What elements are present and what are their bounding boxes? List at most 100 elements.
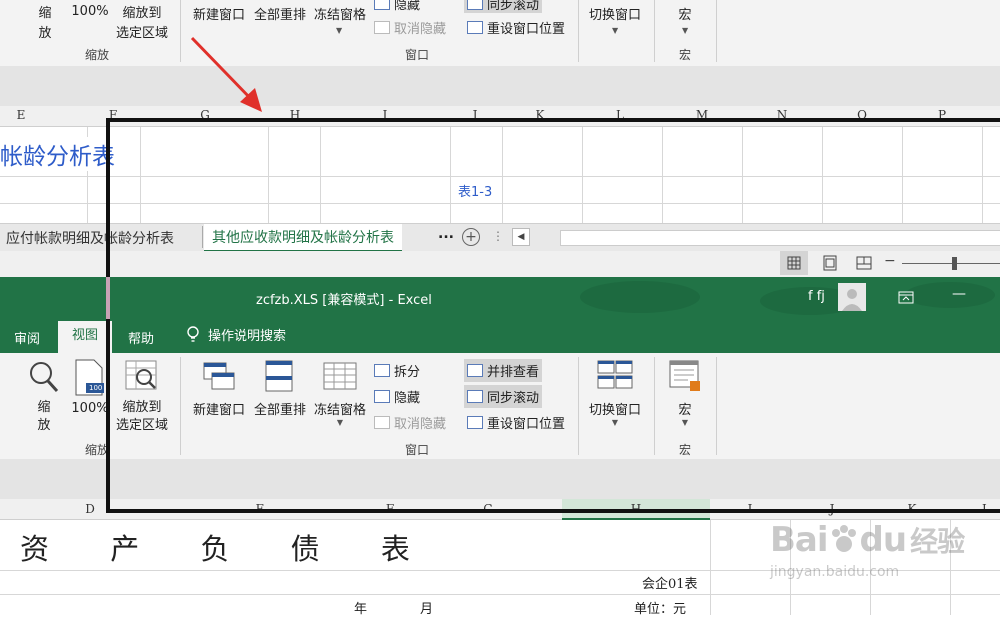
- hide-button[interactable]: 隐藏: [374, 387, 420, 406]
- compat-mode: [兼容模式]: [322, 293, 385, 308]
- top-macro-button[interactable]: 宏: [670, 4, 700, 23]
- page-break-view-button[interactable]: [850, 251, 878, 275]
- grid-line: [0, 176, 1000, 177]
- zoom-label-b: 放: [37, 418, 51, 433]
- group-macro-label: 宏: [678, 443, 691, 457]
- more-sheets-button[interactable]: ...: [438, 226, 454, 242]
- top-unhide-button[interactable]: 取消隐藏: [374, 18, 446, 37]
- zoom-sel-label-b: 选定区域: [115, 418, 168, 433]
- new-window-button[interactable]: 新建窗口: [188, 357, 250, 418]
- avatar[interactable]: [838, 283, 866, 311]
- top-reset-position-icon: [467, 21, 483, 34]
- scroll-left-button[interactable]: ◀: [512, 228, 530, 246]
- watermark-url: jingyan.baidu.com: [770, 564, 900, 580]
- freeze-dropdown-icon: ▼: [336, 418, 344, 427]
- top-sync-scroll-icon: [467, 0, 483, 10]
- grid-line: [268, 127, 269, 223]
- grid-line: [450, 127, 451, 223]
- macro-icon: [669, 360, 700, 391]
- page-layout-icon: [823, 255, 837, 271]
- annotation-rect-pink-segment: [106, 277, 110, 319]
- top-arrange-all-button[interactable]: 全部重排: [250, 4, 310, 23]
- table-number: 表1-3: [458, 185, 493, 200]
- group-separator-2: [578, 357, 579, 455]
- tab-separator: [202, 226, 203, 248]
- new-window-label: 新建窗口: [192, 403, 245, 418]
- top-freeze-panes-button[interactable]: 冻结窗格: [310, 4, 370, 23]
- column-header[interactable]: E: [0, 108, 42, 122]
- top-switch-window-button[interactable]: 切换窗口: [582, 4, 648, 23]
- status-bar: −: [0, 251, 1000, 277]
- top-hide-icon: [374, 0, 390, 10]
- zoom-slider-thumb[interactable]: [952, 257, 957, 270]
- group-zoom-label: 缩放: [84, 443, 109, 457]
- sync-scroll-button[interactable]: 同步滚动: [464, 385, 543, 408]
- unhide-button[interactable]: 取消隐藏: [374, 413, 446, 432]
- avatar-icon: [842, 289, 862, 311]
- top-group-zoom-label: 缩放: [84, 48, 109, 62]
- hide-icon: [374, 390, 390, 403]
- top-zoom-label-a: 缩: [38, 6, 52, 21]
- page-layout-view-button[interactable]: [816, 251, 844, 275]
- sheet-tab-other-receivables[interactable]: 其他应收款明细及帐龄分析表: [204, 224, 402, 252]
- side-by-side-label: 并排查看: [487, 365, 540, 380]
- top-unhide-icon: [374, 21, 390, 34]
- title-bar: zcfzb.XLS [兼容模式] - Excel f fj —: [0, 277, 1000, 319]
- view-side-by-side-button[interactable]: 并排查看: [464, 359, 543, 382]
- tab-help[interactable]: 帮助: [128, 328, 154, 347]
- switch-windows-button[interactable]: 切换窗口 ▼: [582, 357, 648, 427]
- zoom-button[interactable]: 缩 放: [24, 357, 64, 435]
- top-separator-2: [578, 0, 579, 62]
- zoom-out-button[interactable]: −: [884, 253, 896, 269]
- tab-view[interactable]: 视图: [58, 321, 112, 353]
- zoom100-icon-text: 100: [89, 384, 103, 392]
- minimize-button[interactable]: —: [952, 286, 966, 302]
- reset-window-position-button[interactable]: 重设窗口位置: [467, 413, 565, 432]
- top-zoom-sel-b: 选定区域: [115, 26, 168, 41]
- top-sync-scroll-button[interactable]: 同步滚动: [464, 0, 543, 13]
- group-window-label: 窗口: [404, 443, 429, 457]
- month-label: 月: [420, 602, 434, 617]
- split-button[interactable]: 拆分: [374, 361, 420, 380]
- sync-scroll-icon: [467, 390, 483, 403]
- top-freeze-dropdown-icon: ▼: [336, 26, 343, 35]
- group-separator-3: [654, 357, 655, 455]
- horizontal-scrollbar[interactable]: [560, 230, 1000, 246]
- freeze-panes-button[interactable]: 冻结窗格 ▼: [310, 357, 370, 427]
- tell-me-search[interactable]: 操作说明搜索: [186, 325, 286, 344]
- tab-review[interactable]: 审阅: [14, 328, 40, 347]
- grid-line: [140, 127, 141, 223]
- top-grid[interactable]: 帐龄分析表 表1-3: [0, 127, 1000, 223]
- top-new-window-button[interactable]: 新建窗口: [188, 4, 250, 23]
- annotation-rect-bottom: [106, 509, 1000, 513]
- switch-dropdown-icon: ▼: [611, 418, 619, 427]
- grid-line: [822, 127, 823, 223]
- normal-view-button[interactable]: [780, 251, 808, 275]
- freeze-panes-label: 冻结窗格: [313, 403, 366, 418]
- add-sheet-button[interactable]: +: [462, 228, 480, 246]
- normal-view-icon: [787, 256, 801, 270]
- top-column-header-row: E F G H I J K L M N O P: [0, 106, 1000, 127]
- ribbon-display-options-button[interactable]: [896, 289, 916, 307]
- user-name[interactable]: f fj: [808, 289, 825, 304]
- macros-button[interactable]: 宏 ▼: [662, 357, 708, 427]
- zoom-to-selection-button[interactable]: 缩放到 选定区域: [110, 357, 174, 435]
- window-title: zcfzb.XLS [兼容模式] - Excel: [256, 289, 432, 308]
- watermark-cn: 经验: [910, 525, 965, 558]
- column-header[interactable]: D: [70, 502, 110, 516]
- top-zoom100-button[interactable]: 100%: [68, 4, 112, 19]
- top-reset-position-button[interactable]: 重设窗口位置: [467, 18, 565, 37]
- sheet-title: 帐龄分析表: [0, 137, 119, 171]
- macro-dropdown-icon: ▼: [681, 418, 689, 427]
- top-zoom-selection-button[interactable]: 缩放到 选定区域: [110, 4, 174, 44]
- top-zoom-button[interactable]: 缩 放: [30, 4, 60, 44]
- sheet-tab-payables[interactable]: 应付帐款明细及帐龄分析表: [6, 228, 174, 248]
- top-hide-button[interactable]: 隐藏: [374, 0, 420, 13]
- grid-line: [662, 127, 663, 223]
- arrange-all-button[interactable]: 全部重排: [250, 357, 310, 418]
- title-decoration: [580, 281, 995, 315]
- year-label: 年: [354, 602, 368, 617]
- zoom-slider[interactable]: [902, 263, 1000, 264]
- tab-scroll-handle[interactable]: ⋮: [492, 229, 504, 243]
- title-dash: -: [388, 293, 394, 308]
